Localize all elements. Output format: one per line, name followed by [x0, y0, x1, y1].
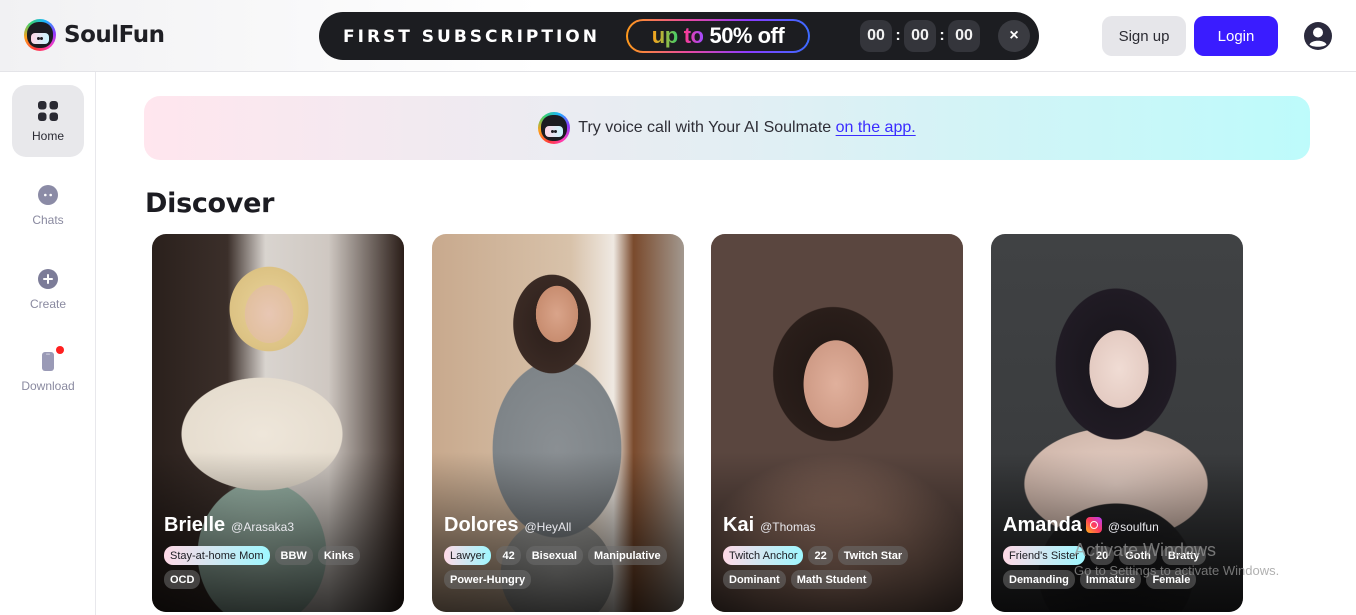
soulfun-logo-icon	[24, 19, 56, 51]
promo-title: FIRST SUBSCRIPTION	[343, 27, 600, 47]
tag: Dominant	[723, 570, 786, 589]
tag: Twitch Star	[837, 546, 909, 565]
character-name: Kai	[723, 514, 755, 536]
sidebar-item-label: Download	[21, 378, 75, 393]
banner-text: Try voice call with Your AI Soulmate on …	[578, 119, 915, 137]
timer-minutes: 00	[904, 20, 936, 52]
sidebar-nav: Home Chats Create Download	[0, 72, 96, 615]
close-icon: ×	[1009, 27, 1019, 44]
notification-dot	[56, 345, 64, 354]
sidebar-item-label: Home	[31, 128, 64, 143]
tag-list: Friend's Sister 20 Goth Bratty Demanding…	[1003, 546, 1233, 589]
tag: OCD	[164, 570, 201, 589]
login-button[interactable]: Login	[1194, 16, 1278, 56]
tag: Goth	[1119, 546, 1157, 565]
timer-seconds: 00	[948, 20, 980, 52]
section-title: Discover	[145, 188, 275, 219]
creator-handle[interactable]: @Arasaka3	[231, 520, 294, 534]
sidebar-item-download[interactable]: Download	[12, 335, 84, 407]
user-circle-icon[interactable]	[1303, 21, 1333, 51]
countdown-timer: 00 : 00 : 00	[860, 20, 980, 52]
tag: 20	[1089, 546, 1115, 565]
tag: Kinks	[317, 546, 360, 565]
brand-name: SoulFun	[64, 22, 165, 48]
character-name: Amanda	[1003, 514, 1082, 536]
tag: Manipulative	[587, 546, 667, 565]
badge-offer-text: 50% off	[709, 23, 785, 48]
tag: Twitch Anchor	[723, 546, 804, 565]
top-header: SoulFun FIRST SUBSCRIPTION up to 50% off…	[0, 0, 1356, 72]
close-promo-button[interactable]: ×	[998, 20, 1030, 52]
tag: Female	[1146, 570, 1197, 589]
sidebar-item-create[interactable]: Create	[12, 253, 84, 325]
badge-up-text: up	[651, 23, 678, 48]
tag: Lawyer	[444, 546, 492, 565]
tag: Bisexual	[525, 546, 583, 565]
voice-call-banner[interactable]: Try voice call with Your AI Soulmate on …	[144, 96, 1310, 160]
brand-logo[interactable]: SoulFun	[24, 19, 165, 51]
subscription-promo-bar[interactable]: FIRST SUBSCRIPTION up to 50% off 00 : 00…	[319, 12, 1039, 60]
signup-button[interactable]: Sign up	[1102, 16, 1186, 56]
banner-message: Try voice call with Your AI Soulmate	[578, 119, 832, 136]
phone-icon	[42, 351, 54, 371]
sidebar-item-label: Chats	[32, 212, 64, 227]
app-link[interactable]: on the app.	[836, 119, 916, 136]
tag: Friend's Sister	[1003, 546, 1085, 565]
character-name: Brielle	[164, 514, 226, 536]
tag-list: Stay-at-home Mom BBW Kinks OCD	[164, 546, 394, 589]
tag: Immature	[1079, 570, 1142, 589]
character-name: Dolores	[444, 514, 519, 536]
chat-bubble-icon	[38, 184, 58, 205]
character-card[interactable]: Amanda @soulfun Friend's Sister 20 Goth …	[991, 234, 1243, 612]
character-card[interactable]: Dolores @HeyAll Lawyer 42 Bisexual Manip…	[432, 234, 684, 612]
sidebar-item-chats[interactable]: Chats	[12, 169, 84, 241]
timer-separator: :	[939, 27, 945, 44]
soulfun-logo-icon	[538, 112, 571, 144]
tag-list: Twitch Anchor 22 Twitch Star Dominant Ma…	[723, 546, 953, 589]
creator-handle[interactable]: @Thomas	[760, 520, 816, 534]
creator-handle[interactable]: @HeyAll	[524, 520, 571, 534]
plus-circle-icon	[38, 268, 58, 289]
tag: 42	[496, 546, 521, 565]
tag-list: Lawyer 42 Bisexual Manipulative Power-Hu…	[444, 546, 674, 589]
phone-icon-wrap	[37, 345, 64, 372]
grid-icon	[38, 100, 58, 121]
timer-separator: :	[895, 27, 901, 44]
tag: 22	[808, 546, 833, 565]
tag: Power-Hungry	[444, 570, 532, 589]
sidebar-item-home[interactable]: Home	[12, 85, 84, 157]
badge-to-text: to	[683, 23, 704, 48]
instagram-icon	[1085, 517, 1102, 533]
discount-badge: up to 50% off	[626, 19, 810, 53]
character-card[interactable]: Brielle @Arasaka3 Stay-at-home Mom BBW K…	[152, 234, 404, 612]
tag: Bratty	[1161, 546, 1206, 565]
tag: Demanding	[1003, 570, 1075, 589]
timer-hours: 00	[860, 20, 892, 52]
sidebar-item-label: Create	[29, 296, 67, 311]
creator-handle[interactable]: @soulfun	[1108, 520, 1159, 534]
tag: Math Student	[790, 570, 873, 589]
tag: Stay-at-home Mom	[164, 546, 270, 565]
character-card[interactable]: Kai @Thomas Twitch Anchor 22 Twitch Star…	[711, 234, 963, 612]
tag: BBW	[274, 546, 313, 565]
